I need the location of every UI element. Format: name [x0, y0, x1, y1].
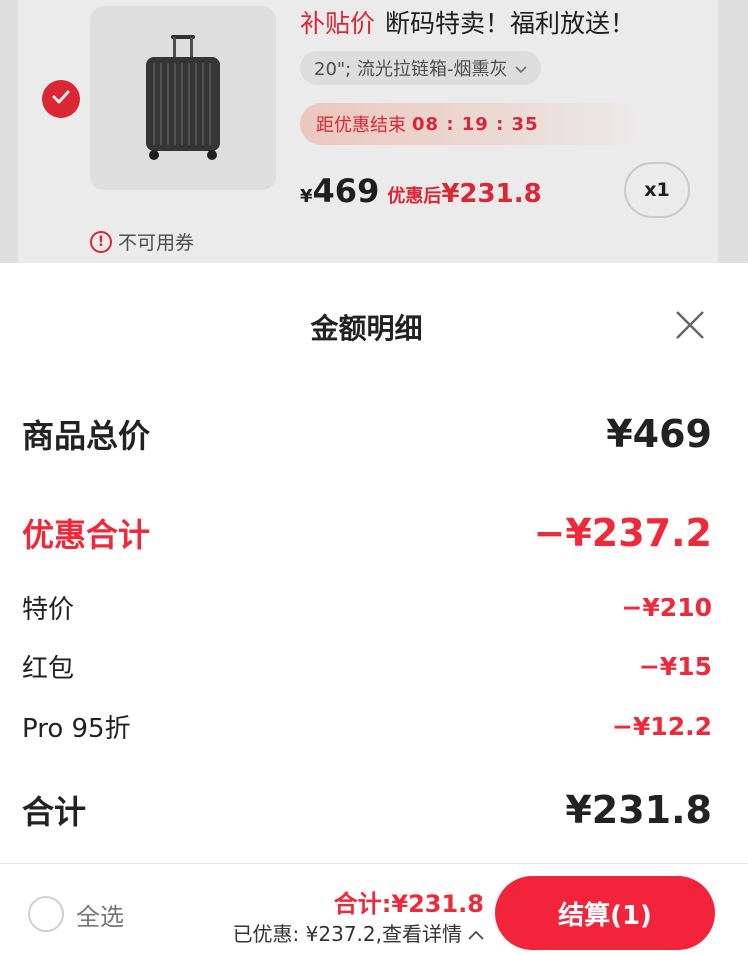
saved-text: 已优惠: ¥237.2,查看详情 — [232, 922, 462, 946]
row-special-price: 特价 −¥210 — [22, 589, 712, 626]
countdown-label: 距优惠结束 — [316, 115, 406, 136]
row-label: 合计 — [22, 793, 87, 831]
price-row: ¥469 优惠后 ¥231.8 — [300, 172, 542, 210]
warning-icon: ! — [90, 230, 112, 253]
close-icon — [676, 311, 704, 339]
amount-detail-sheet: 金额明细 商品总价 ¥469 优惠合计 −¥237.2 特价 −¥210 红包 … — [0, 263, 748, 863]
row-grand-total: 合计 ¥231.8 — [22, 787, 712, 833]
product-image[interactable] — [90, 6, 276, 190]
original-price: 469 — [312, 172, 380, 210]
close-button[interactable] — [670, 305, 710, 345]
row-value: −¥12.2 — [611, 712, 712, 741]
after-discount-label: 优惠后 — [387, 186, 442, 207]
promo-countdown: 距优惠结束 08 : 19 : 35 — [300, 103, 640, 145]
checkout-button[interactable]: 结算(1) — [495, 876, 715, 950]
checkout-bar: 全选 合计:¥231.8 已优惠: ¥237.2,查看详情 结算(1) — [0, 863, 748, 954]
row-label: 红包 — [22, 654, 75, 684]
coupon-note-text: 不可用券 — [118, 232, 195, 254]
product-title[interactable]: 补贴价 断码特卖！福利放送！ — [300, 4, 635, 40]
check-icon — [50, 86, 72, 112]
row-red-packet: 红包 −¥15 — [22, 648, 712, 685]
row-label: 商品总价 — [22, 417, 151, 455]
product-name: 断码特卖！福利放送！ — [385, 9, 636, 38]
spec-selector[interactable]: 20"; 流光拉链箱-烟熏灰 — [300, 51, 542, 85]
coupon-note: ! 不可用券 — [90, 228, 194, 255]
total-amount: 合计:¥231.8 — [333, 890, 484, 918]
row-discount-total: 优惠合计 −¥237.2 — [22, 510, 712, 556]
row-label: Pro 95折 — [22, 714, 131, 744]
row-value: ¥469 — [606, 412, 712, 456]
subsidy-tag: 补贴价 — [300, 9, 376, 38]
cart-background: 补贴价 断码特卖！福利放送！ 20"; 流光拉链箱-烟熏灰 距优惠结束 08 : … — [0, 0, 748, 263]
after-discount-price: ¥231.8 — [441, 179, 542, 209]
suitcase-icon — [146, 35, 220, 160]
select-all-toggle[interactable]: 全选 — [28, 896, 124, 932]
row-value: −¥15 — [638, 652, 712, 681]
row-label: 特价 — [22, 595, 75, 625]
row-value: −¥237.2 — [533, 511, 712, 555]
cart-item-card[interactable]: 补贴价 断码特卖！福利放送！ 20"; 流光拉链箱-烟熏灰 距优惠结束 08 : … — [18, 0, 718, 263]
price-symbol: ¥ — [300, 186, 313, 207]
sheet-title: 金额明细 — [310, 312, 423, 345]
row-goods-total: 商品总价 ¥469 — [22, 411, 712, 457]
select-all-label: 全选 — [76, 902, 124, 931]
radio-icon — [28, 896, 64, 932]
item-checkbox[interactable] — [42, 80, 80, 118]
quantity-button[interactable]: x1 — [624, 162, 690, 218]
row-value: ¥231.8 — [565, 788, 712, 832]
row-pro-discount: Pro 95折 −¥12.2 — [22, 708, 712, 745]
row-value: −¥210 — [621, 593, 712, 622]
row-label: 优惠合计 — [22, 516, 151, 554]
chevron-up-icon — [468, 921, 484, 945]
chevron-down-icon — [515, 58, 528, 79]
countdown-time: 08 : 19 : 35 — [412, 113, 539, 135]
spec-text: 20"; 流光拉链箱-烟熏灰 — [314, 59, 508, 80]
saved-details-link[interactable]: 已优惠: ¥237.2,查看详情 — [233, 918, 484, 947]
